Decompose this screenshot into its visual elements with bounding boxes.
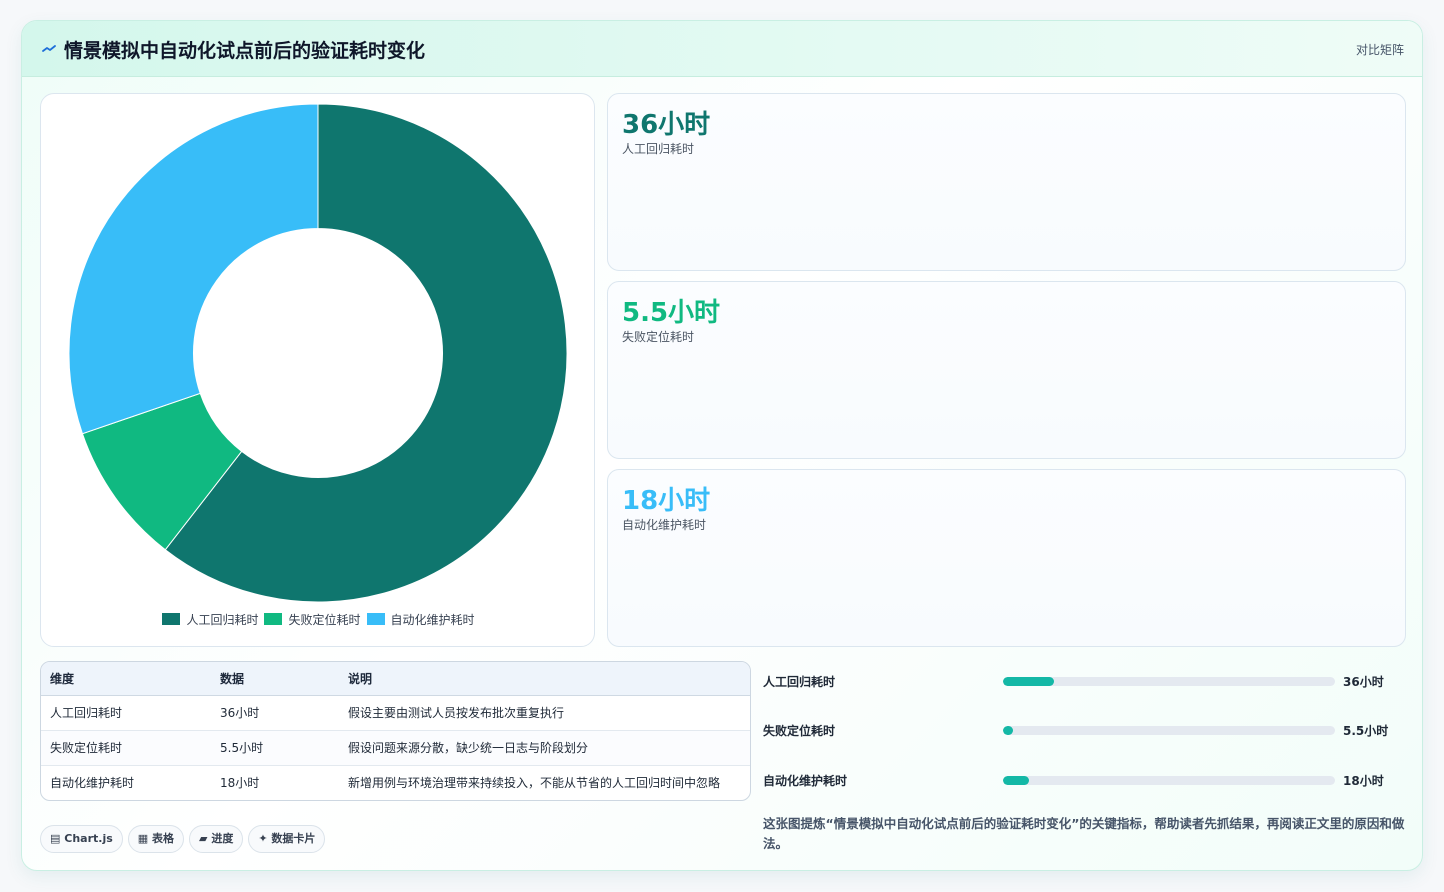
donut-chart [68,103,568,603]
progress-value: 18小时 [1343,774,1384,788]
progress-label: 人工回归耗时 [763,675,836,689]
header-tag: 对比矩阵 [1355,43,1404,57]
chart-legend: 人工回归耗时 失败定位耗时 自动化维护耗时 [41,609,596,628]
table-row: 自动化维护耗时 18小时 新增用例与环境治理带来持续投入，不能从节省的人工回归时… [41,766,750,800]
table-cell: 36小时 [220,706,260,720]
table-cell: 失败定位耗时 [50,741,123,755]
table-row: 失败定位耗时 5.5小时 假设问题来源分散，缺少统一日志与阶段划分 [41,731,750,766]
column-header: 说明 [348,672,373,686]
progress-row-automation-maintenance: 自动化维护耗时 18小时 [763,770,1404,790]
dashboard-card: 情景模拟中自动化试点前后的验证耗时变化 对比矩阵 人工回归耗时 失败定位耗时 自动化… [21,20,1423,871]
donut-chart-panel: 人工回归耗时 失败定位耗时 自动化维护耗时 [40,93,595,647]
table-header-row: 维度 数据 说明 [41,662,750,696]
table-cell: 自动化维护耗时 [50,776,135,790]
legend-label: 失败定位耗时 [288,613,361,627]
legend-item[interactable]: 失败定位耗时 [264,611,361,628]
table-cell: 18小时 [220,776,260,790]
table-row: 人工回归耗时 36小时 假设主要由测试人员按发布批次重复执行 [41,696,750,731]
progress-label: 失败定位耗时 [763,724,836,738]
progress-value: 5.5小时 [1343,724,1389,738]
legend-label: 自动化维护耗时 [390,613,475,627]
kpi-card-failure-locating: 5.5小时 失败定位耗时 [607,281,1406,459]
table-cell: 人工回归耗时 [50,706,123,720]
chip-label: 数据卡片 [271,832,316,845]
kpi-value: 5.5小时 [622,298,721,328]
kpi-label: 失败定位耗时 [622,330,695,344]
kpi-card-automation-maintenance: 18小时 自动化维护耗时 [607,469,1406,647]
table-cell: 新增用例与环境治理带来持续投入，不能从节省的人工回归时间中忽略 [348,776,721,790]
chart-icon: ▤ [50,832,61,845]
kpi-label: 自动化维护耗时 [622,518,707,532]
feature-chips: ▤ Chart.js ▦ 表格 ▰ 进度 ✦ 数据卡片 [40,825,330,855]
table-cell: 5.5小时 [220,741,264,755]
chip-data-cards[interactable]: ✦ 数据卡片 [248,825,326,853]
progress-fill [1003,726,1013,735]
card-header: 情景模拟中自动化试点前后的验证耗时变化 对比矩阵 [22,21,1422,77]
progress-fill [1003,776,1029,785]
kpi-label: 人工回归耗时 [622,142,695,156]
progress-track [1003,677,1335,686]
table-cell: 假设问题来源分散，缺少统一日志与阶段划分 [348,741,589,755]
legend-swatch [162,613,181,625]
legend-label: 人工回归耗时 [186,613,259,627]
chip-table[interactable]: ▦ 表格 [127,825,185,853]
progress-track [1003,776,1335,785]
progress-icon: ▰ [199,832,208,845]
sparkle-icon: ✦ [258,832,268,845]
donut-slice-3[interactable] [68,103,319,435]
kpi-card-manual-regression: 36小时 人工回归耗时 [607,93,1406,271]
trend-line-icon [42,45,56,52]
progress-row-failure-locating: 失败定位耗时 5.5小时 [763,720,1404,740]
column-header: 维度 [50,672,75,686]
table-cell: 假设主要由测试人员按发布批次重复执行 [348,706,565,720]
kpi-value: 36小时 [622,110,711,140]
progress-label: 自动化维护耗时 [763,774,848,788]
chip-label: 进度 [211,832,234,845]
chip-label: 表格 [152,832,175,845]
chip-progress[interactable]: ▰ 进度 [189,825,244,853]
chip-label: Chart.js [64,832,113,845]
table-icon: ▦ [137,832,149,845]
data-table: 维度 数据 说明 人工回归耗时 36小时 假设主要由测试人员按发布批次重复执行 … [40,661,751,801]
legend-swatch [366,613,385,625]
kpi-value: 18小时 [622,486,711,516]
page-title: 情景模拟中自动化试点前后的验证耗时变化 [64,40,426,62]
legend-swatch [264,613,283,625]
column-header: 数据 [220,672,245,686]
progress-value: 36小时 [1343,675,1384,689]
legend-item[interactable]: 自动化维护耗时 [366,611,475,628]
legend-item[interactable]: 人工回归耗时 [162,611,258,628]
summary-note: 这张图提炼“情景模拟中自动化试点前后的验证耗时变化”的关键指标，帮助读者先抓结果… [763,816,1405,851]
chip-chartjs[interactable]: ▤ Chart.js [40,825,123,853]
progress-row-manual-regression: 人工回归耗时 36小时 [763,671,1404,691]
progress-track [1003,726,1335,735]
progress-fill [1003,677,1055,686]
